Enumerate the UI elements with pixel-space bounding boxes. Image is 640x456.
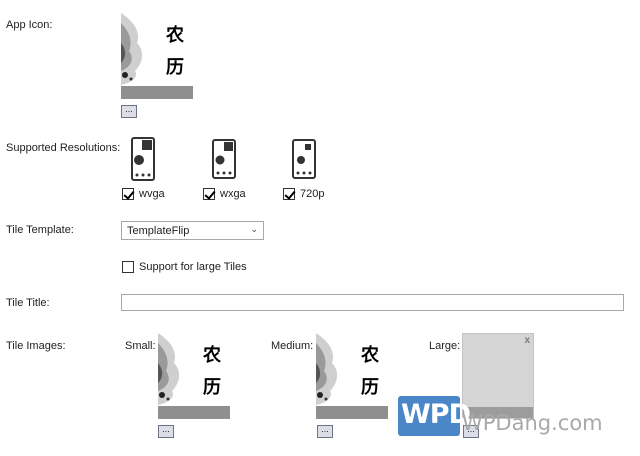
close-icon[interactable]: x [524, 335, 530, 346]
app-icon-browse-button[interactable]: ... [121, 105, 137, 118]
medium-tile-label: Medium: [271, 340, 314, 352]
tile-template-select[interactable]: TemplateFlip ⌄ [121, 221, 264, 240]
chevron-down-icon: ⌄ [250, 224, 258, 234]
large-tiles-label: Support for large Tiles [139, 261, 247, 273]
large-tiles-checkbox[interactable] [122, 261, 134, 273]
icon-glyph-top: 农 [361, 345, 379, 366]
large-tile-placeholder: x [462, 333, 534, 419]
icon-glyph-bottom: 历 [203, 377, 221, 398]
720p-checkbox[interactable] [283, 188, 296, 200]
tile-title-input[interactable] [121, 294, 624, 311]
icon-glyph-top: 农 [166, 25, 184, 46]
app-icon-label: App Icon: [6, 19, 53, 31]
tile-template-value: TemplateFlip [127, 225, 190, 237]
small-tile-image: 农 历 [158, 333, 230, 419]
wpd-logo-text: WPD [401, 399, 471, 430]
phone-wxga-icon [212, 139, 236, 179]
wpdang-watermark-text: WPDang.com [462, 411, 603, 435]
large-tile-label: Large: [429, 340, 461, 352]
medium-tile-image: 农 历 [316, 333, 388, 419]
wpd-logo: WPD [398, 396, 471, 436]
icon-title-bar [121, 86, 193, 99]
tile-images-label: Tile Images: [6, 340, 66, 352]
icon-title-bar [158, 406, 230, 419]
tile-title-label: Tile Title: [6, 297, 50, 309]
icon-title-bar [316, 406, 388, 419]
wxga-label: wxga [220, 188, 246, 200]
small-tile-browse-button[interactable]: ... [158, 425, 174, 438]
medium-tile-browse-button[interactable]: ... [317, 425, 333, 438]
wvga-checkbox[interactable] [122, 188, 135, 200]
phone-720p-icon [292, 139, 316, 179]
720p-label: 720p [300, 188, 325, 200]
app-icon-image: 农 历 [121, 13, 193, 99]
small-tile-label: Small: [125, 340, 156, 352]
wxga-checkbox[interactable] [203, 188, 216, 200]
icon-glyph-top: 农 [203, 345, 221, 366]
icon-glyph-bottom: 历 [361, 377, 379, 398]
phone-wvga-icon [131, 137, 155, 181]
supported-resolutions-label: Supported Resolutions: [6, 142, 121, 154]
tile-template-label: Tile Template: [6, 224, 74, 236]
icon-glyph-bottom: 历 [166, 57, 184, 78]
wvga-label: wvga [139, 188, 165, 200]
